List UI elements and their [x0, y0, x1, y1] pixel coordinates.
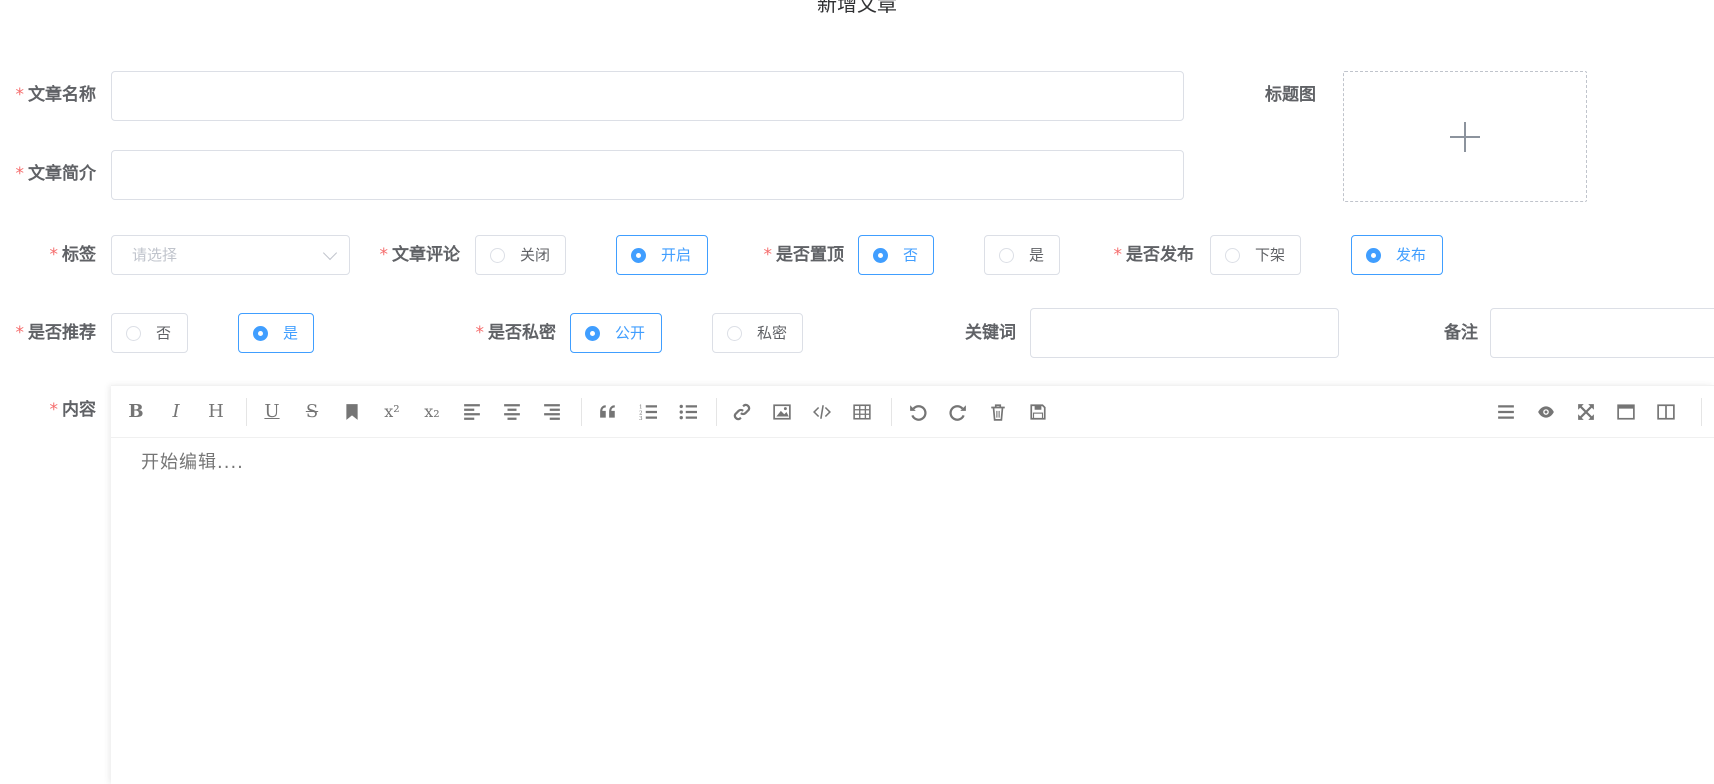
publish-radio-off[interactable]: 下架 [1210, 235, 1301, 275]
bold-button[interactable]: B [122, 398, 150, 426]
cover-image-uploader[interactable] [1343, 71, 1587, 202]
unordered-list-icon[interactable] [674, 398, 702, 426]
page-title: 新增文章 [817, 0, 897, 16]
keywords-input[interactable] [1030, 308, 1339, 358]
recommend-label: * 是否推荐 [15, 323, 97, 343]
toolbar-divider [716, 398, 717, 426]
radio-icon [1225, 248, 1240, 263]
trash-icon[interactable] [984, 398, 1012, 426]
link-icon[interactable] [728, 398, 756, 426]
top-label: * 是否置顶 [763, 245, 845, 265]
editor-placeholder: 开始编辑.... [141, 452, 244, 473]
align-center-icon[interactable] [498, 398, 526, 426]
recommend-radio-no[interactable]: 否 [111, 313, 188, 353]
private-radio-private[interactable]: 私密 [712, 313, 803, 353]
split-view-icon[interactable] [1652, 398, 1680, 426]
fullscreen-icon[interactable] [1572, 398, 1600, 426]
top-radio-yes[interactable]: 是 [984, 235, 1060, 275]
article-summary-label: * 文章简介 [15, 164, 97, 184]
header-button[interactable]: H [202, 398, 230, 426]
image-icon[interactable] [768, 398, 796, 426]
radio-checked-icon [253, 326, 268, 341]
undo-icon[interactable] [904, 398, 932, 426]
cover-image-label: 标题图 [1265, 85, 1316, 105]
preview-eye-icon[interactable] [1532, 398, 1560, 426]
underline-button[interactable]: U [258, 398, 286, 426]
subscript-button[interactable]: x₂ [418, 398, 446, 426]
publish-label: * 是否发布 [1113, 245, 1195, 265]
recommend-radio-yes[interactable]: 是 [238, 313, 314, 353]
remark-input[interactable] [1490, 308, 1714, 358]
svg-text:3: 3 [639, 416, 643, 421]
plus-icon [1450, 121, 1480, 152]
comment-label: * 文章评论 [379, 245, 461, 265]
article-name-input[interactable] [111, 71, 1184, 121]
save-icon[interactable] [1024, 398, 1052, 426]
tag-select[interactable]: 请选择 [111, 235, 350, 275]
top-radio-no[interactable]: 否 [858, 235, 934, 275]
radio-icon [999, 248, 1014, 263]
navigation-icon[interactable] [1492, 398, 1520, 426]
window-icon[interactable] [1612, 398, 1640, 426]
toolbar-divider [1701, 398, 1702, 426]
bookmark-icon[interactable] [338, 398, 366, 426]
redo-icon[interactable] [944, 398, 972, 426]
radio-icon [727, 326, 742, 341]
keywords-label: 关键词 [965, 323, 1016, 343]
publish-radio-on[interactable]: 发布 [1351, 235, 1443, 275]
toolbar-divider [891, 398, 892, 426]
editor-toolbar: B I H U S x² x₂ 123 [111, 386, 1714, 438]
italic-button[interactable]: I [162, 398, 190, 426]
table-icon[interactable] [848, 398, 876, 426]
strikethrough-button[interactable]: S [298, 398, 326, 426]
toolbar-divider [581, 398, 582, 426]
tag-label: * 标签 [49, 245, 97, 265]
radio-checked-icon [873, 248, 888, 263]
chevron-down-icon [322, 245, 338, 261]
article-summary-input[interactable] [111, 150, 1184, 200]
article-name-label: * 文章名称 [15, 85, 97, 105]
content-label: * 内容 [49, 400, 97, 420]
radio-checked-icon [1366, 248, 1381, 263]
toolbar-divider [246, 398, 247, 426]
align-right-icon[interactable] [538, 398, 566, 426]
quote-icon[interactable] [594, 398, 622, 426]
comment-radio-off[interactable]: 关闭 [475, 235, 566, 275]
align-left-icon[interactable] [458, 398, 486, 426]
superscript-button[interactable]: x² [378, 398, 406, 426]
radio-icon [490, 248, 505, 263]
remark-label: 备注 [1444, 323, 1478, 343]
code-icon[interactable] [808, 398, 836, 426]
ordered-list-icon[interactable]: 123 [634, 398, 662, 426]
private-radio-public[interactable]: 公开 [570, 313, 662, 353]
radio-icon [126, 326, 141, 341]
markdown-editor[interactable]: B I H U S x² x₂ 123 开始编辑.... [111, 385, 1714, 784]
radio-checked-icon [585, 326, 600, 341]
tag-select-placeholder: 请选择 [132, 246, 178, 264]
comment-radio-on[interactable]: 开启 [616, 235, 708, 275]
private-label: * 是否私密 [475, 323, 557, 343]
radio-checked-icon [631, 248, 646, 263]
